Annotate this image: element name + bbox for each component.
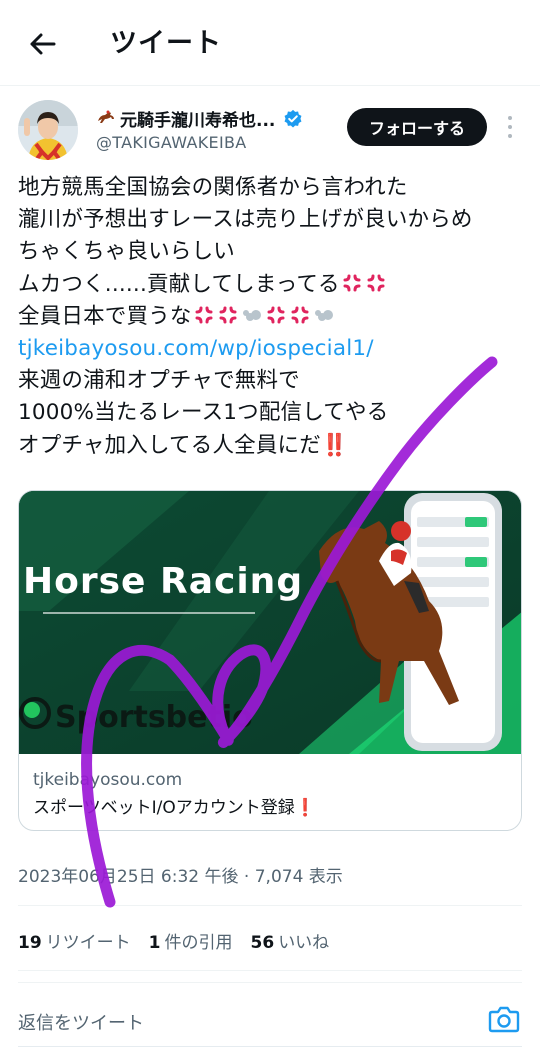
avatar[interactable] [18, 100, 78, 160]
anger-symbol-icon [267, 306, 285, 324]
double-exclamation-icon: ‼️ [320, 432, 348, 458]
horse-racing-icon [96, 109, 116, 129]
display-name-text: 元騎手瀧川寿希也... [120, 111, 276, 131]
anger-symbol-icon [219, 306, 237, 324]
link-card[interactable]: Horse Racing Sportsbetio tjkeibayosou.co… [18, 490, 522, 831]
card-image-title: Horse Racing [23, 561, 303, 602]
tweet-line-text: 全員日本で買うな [18, 303, 192, 329]
user-handle[interactable]: @TAKIGAWAKEIBA [96, 133, 247, 152]
tweet-timestamp[interactable]: 2023年06月25日 6:32 午後 · 7,074 表示 [18, 862, 343, 887]
anger-symbol-icon [195, 306, 213, 324]
tweet-line: 地方競馬全国協会の関係者から言われた [18, 175, 408, 200]
quotes-label: 件の引用 [164, 933, 233, 953]
retweets-stat[interactable]: 19 リツイート [18, 928, 131, 953]
tweet-line-with-emoji: オプチャ加入してる人全員にだ‼️ [18, 430, 528, 462]
divider [18, 982, 522, 983]
tweet-text: 地方競馬全国協会の関係者から言われた 瀧川が予想出すレースは売り上げが良いからめ… [18, 172, 528, 462]
tweet-line: ちゃくちゃ良いらしい [18, 239, 236, 265]
divider [18, 1046, 522, 1047]
tweet-line-text: オプチャ加入してる人全員にだ [18, 432, 321, 458]
anger-symbol-icon [291, 306, 309, 324]
card-title: スポーツベットI/Oアカウント登録❗ [33, 798, 316, 818]
tweet-line: 瀧川が予想出すレースは売り上げが良いからめ [18, 207, 473, 233]
camera-icon[interactable] [488, 1004, 520, 1034]
dash-icon [242, 309, 261, 321]
divider [18, 905, 522, 906]
anger-symbol-icon [343, 274, 361, 292]
avatar-image [18, 100, 78, 160]
likes-stat[interactable]: 56 いいね [251, 928, 330, 953]
dash-icon [314, 309, 333, 321]
retweets-count: 19 [18, 933, 42, 953]
more-vertical-icon[interactable] [504, 114, 516, 140]
card-info: tjkeibayosou.com スポーツベットI/Oアカウント登録❗ [19, 754, 521, 830]
back-button[interactable] [22, 24, 62, 64]
card-image-brand: Sportsbetio [55, 700, 253, 735]
divider [18, 970, 522, 971]
follow-button[interactable]: フォローする [347, 108, 487, 146]
tweet-stats: 19 リツイート 1 件の引用 56 いいね [18, 928, 329, 953]
card-domain: tjkeibayosou.com [33, 770, 183, 790]
reply-composer[interactable]: 返信をツイート [18, 998, 522, 1044]
tweet-author: 元騎手瀧川寿希也... @TAKIGAWAKEIBA フォローする [18, 100, 522, 164]
card-image: Horse Racing Sportsbetio [19, 491, 521, 754]
arrow-left-icon [30, 33, 56, 55]
tweet-line: 1000%当たるレース1つ配信してやる [18, 400, 389, 426]
reply-input[interactable]: 返信をツイート [18, 1009, 144, 1035]
tweet-line: 来週の浦和オプチャで無料で [18, 368, 300, 394]
page-title: ツイート [110, 28, 222, 59]
card-image-art: Horse Racing Sportsbetio [19, 491, 521, 754]
tweet-line-with-emoji: ムカつく......貢献してしまってる [18, 269, 528, 301]
display-name[interactable]: 元騎手瀧川寿希也... [96, 106, 303, 131]
likes-label: いいね [278, 933, 330, 953]
likes-count: 56 [250, 933, 275, 953]
quotes-stat[interactable]: 1 件の引用 [149, 928, 233, 953]
tweet-line-with-emoji: 全員日本で買うな [18, 301, 528, 333]
quotes-count: 1 [148, 933, 161, 953]
top-bar: ツイート [0, 0, 540, 86]
retweets-label: リツイート [45, 933, 131, 953]
tweet-link[interactable]: tjkeibayosou.com/wp/iospecial1/ [18, 333, 528, 365]
tweet-line-text: ムカつく......貢献してしまってる [18, 271, 340, 297]
anger-symbol-icon [367, 274, 385, 292]
verified-badge-icon [284, 109, 302, 128]
